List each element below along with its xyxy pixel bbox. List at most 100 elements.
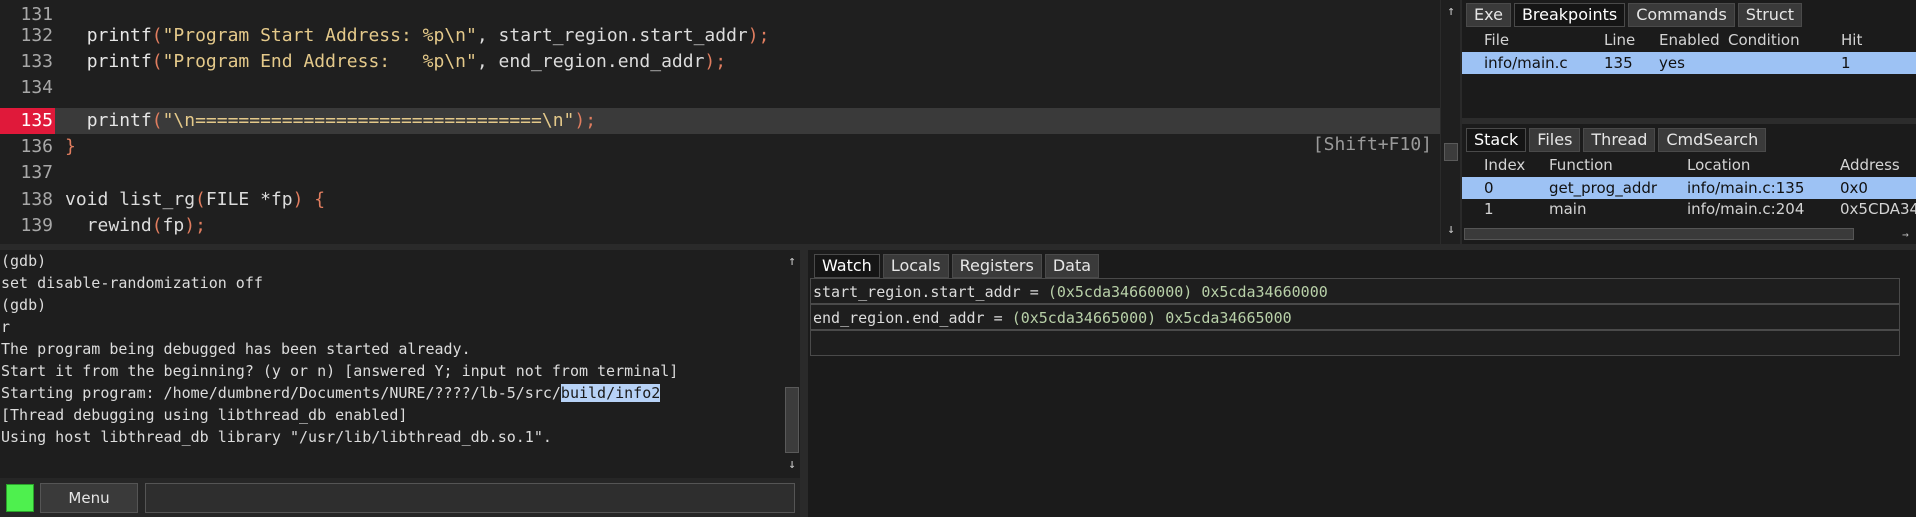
breakpoints-tabbar: Exe Breakpoints Commands Struct xyxy=(1466,3,1802,27)
gdb-console[interactable]: (gdb) set disable-randomization off (gdb… xyxy=(0,250,784,478)
column-header[interactable]: Enabled xyxy=(1659,29,1720,51)
code-fn: printf xyxy=(86,110,152,131)
watch-eq: = xyxy=(984,309,1012,327)
line-number[interactable]: 133 xyxy=(0,49,55,75)
line-number[interactable]: 137 xyxy=(0,160,55,186)
tab-struct[interactable]: Struct xyxy=(1737,3,1802,27)
tab-registers[interactable]: Registers xyxy=(951,254,1042,278)
tab-thread[interactable]: Thread xyxy=(1583,128,1656,152)
column-header[interactable]: Line xyxy=(1604,29,1635,51)
scroll-down-icon[interactable]: ↓ xyxy=(784,457,800,472)
column-header[interactable]: Index xyxy=(1484,154,1525,176)
tab-files[interactable]: Files xyxy=(1529,128,1581,152)
console-line: (gdb) xyxy=(1,252,47,270)
code-string: "\n================================\n" xyxy=(162,110,575,131)
stack-row[interactable]: 0 get_prog_addr info/main.c:135 0x0 xyxy=(1462,177,1916,199)
code-end: ); xyxy=(574,110,597,131)
shortcut-hint: [Shift+F10] xyxy=(1312,134,1432,155)
watch-expr: end_region.end_addr xyxy=(813,309,985,327)
watch-row[interactable]: start_region.start_addr = (0x5cda3466000… xyxy=(810,278,1900,304)
watch-typed: (0x5cda34665000) xyxy=(1011,309,1157,327)
bp-line: 135 xyxy=(1604,54,1633,72)
watch-tabbar: Watch Locals Registers Data xyxy=(814,254,1100,278)
breakpoint-row[interactable]: info/main.c 135 yes 1 xyxy=(1462,52,1916,74)
scrollbar-thumb[interactable] xyxy=(1444,143,1458,161)
current-source-line[interactable]: 135 printf("\n==========================… xyxy=(0,108,1440,134)
source-line[interactable]: 133 printf("Program End Address: %p\n", … xyxy=(0,49,1440,75)
watch-eq: = xyxy=(1020,283,1048,301)
line-number[interactable]: 138 xyxy=(0,187,55,213)
console-line: [Thread debugging using libthread_db ena… xyxy=(1,406,408,424)
code-args: fp xyxy=(162,215,185,236)
bp-hit: 1 xyxy=(1841,54,1851,72)
watch-value: 0x5cda34665000 xyxy=(1156,309,1292,327)
code-end: ) { xyxy=(292,189,326,210)
stack-row[interactable]: 1 main info/main.c:204 0x5CDA34 xyxy=(1462,198,1916,220)
scroll-up-icon[interactable]: ↑ xyxy=(784,254,800,269)
status-indicator xyxy=(6,484,34,512)
code-paren: ( xyxy=(151,51,163,72)
source-line[interactable]: 137 xyxy=(0,160,1440,186)
scroll-down-icon[interactable]: ↓ xyxy=(1441,222,1461,237)
line-number[interactable]: 132 xyxy=(0,23,55,49)
source-line[interactable]: 138 void list_rg(FILE *fp) { xyxy=(0,187,1440,213)
code-string: "Program End Address: %p\n" xyxy=(162,51,477,72)
scroll-right-icon[interactable]: → xyxy=(1902,228,1909,241)
breakpoints-header: File Line Enabled Condition Hit xyxy=(1462,29,1916,51)
code-text: rewind(fp); xyxy=(65,213,206,239)
frame-location: info/main.c:135 xyxy=(1687,179,1805,197)
tab-watch[interactable]: Watch xyxy=(814,254,880,278)
menu-button[interactable]: Menu xyxy=(40,483,138,513)
scroll-up-icon[interactable]: ↑ xyxy=(1441,4,1461,19)
column-header[interactable]: Address xyxy=(1840,154,1900,176)
tab-exe[interactable]: Exe xyxy=(1466,3,1511,27)
frame-function: get_prog_addr xyxy=(1549,179,1658,197)
line-number[interactable]: 139 xyxy=(0,213,55,239)
column-header[interactable]: Hit xyxy=(1841,29,1862,51)
frame-address: 0x0 xyxy=(1840,179,1868,197)
source-line[interactable]: 134 xyxy=(0,75,1440,101)
watch-new-row[interactable] xyxy=(810,330,1900,356)
console-scrollbar[interactable]: ↑ ↓ xyxy=(784,250,800,478)
column-header[interactable]: Function xyxy=(1549,154,1613,176)
line-number[interactable]: 136 xyxy=(0,134,55,160)
code-fn: rewind xyxy=(65,215,152,236)
tab-locals[interactable]: Locals xyxy=(882,254,949,278)
stack-header: Index Function Location Address xyxy=(1462,154,1916,176)
scrollbar-thumb[interactable] xyxy=(785,387,799,453)
code-fn: printf xyxy=(86,25,152,46)
code-paren: ( xyxy=(151,110,163,131)
breakpoint-marker[interactable]: 135 xyxy=(0,108,55,134)
code-string: "Program Start Address: %p\n" xyxy=(162,25,477,46)
source-scrollbar[interactable]: ↑ ↓ xyxy=(1440,0,1460,244)
column-header[interactable]: File xyxy=(1484,29,1509,51)
code-paren: ( xyxy=(195,189,206,210)
watch-row[interactable]: end_region.end_addr = (0x5cda34665000) 0… xyxy=(810,304,1900,330)
console-line: Start it from the beginning? (y or n) [a… xyxy=(1,362,679,380)
source-line[interactable]: 132 printf("Program Start Address: %p\n"… xyxy=(0,23,1440,49)
selected-text[interactable]: build/info2 xyxy=(560,384,661,402)
horizontal-scrollbar[interactable] xyxy=(1464,228,1854,240)
right-panels: Exe Breakpoints Commands Struct File Lin… xyxy=(1462,0,1916,244)
tab-commands[interactable]: Commands xyxy=(1628,3,1735,27)
code-text: printf("Program Start Address: %p\n", st… xyxy=(65,23,770,49)
tab-breakpoints[interactable]: Breakpoints xyxy=(1513,3,1626,27)
watch-typed: (0x5cda34660000) xyxy=(1047,283,1193,301)
column-header[interactable]: Location xyxy=(1687,154,1750,176)
tab-data[interactable]: Data xyxy=(1044,254,1100,278)
bp-file: info/main.c xyxy=(1484,54,1568,72)
column-header[interactable]: Condition xyxy=(1728,29,1800,51)
source-view[interactable]: 131 132 printf("Program Start Address: %… xyxy=(0,0,1440,244)
panel-splitter[interactable] xyxy=(1462,118,1916,124)
source-line[interactable]: 136 } xyxy=(0,134,1440,160)
code-end: ); xyxy=(747,25,770,46)
code-args: , end_region.end_addr xyxy=(476,51,705,72)
code-text: } xyxy=(65,136,76,157)
tab-stack[interactable]: Stack xyxy=(1466,128,1527,152)
line-number[interactable]: 134 xyxy=(0,75,55,101)
source-line[interactable]: 139 rewind(fp); xyxy=(0,213,1440,239)
vertical-splitter[interactable] xyxy=(800,250,808,517)
tab-cmdsearch[interactable]: CmdSearch xyxy=(1658,128,1767,152)
command-input[interactable] xyxy=(145,483,795,513)
